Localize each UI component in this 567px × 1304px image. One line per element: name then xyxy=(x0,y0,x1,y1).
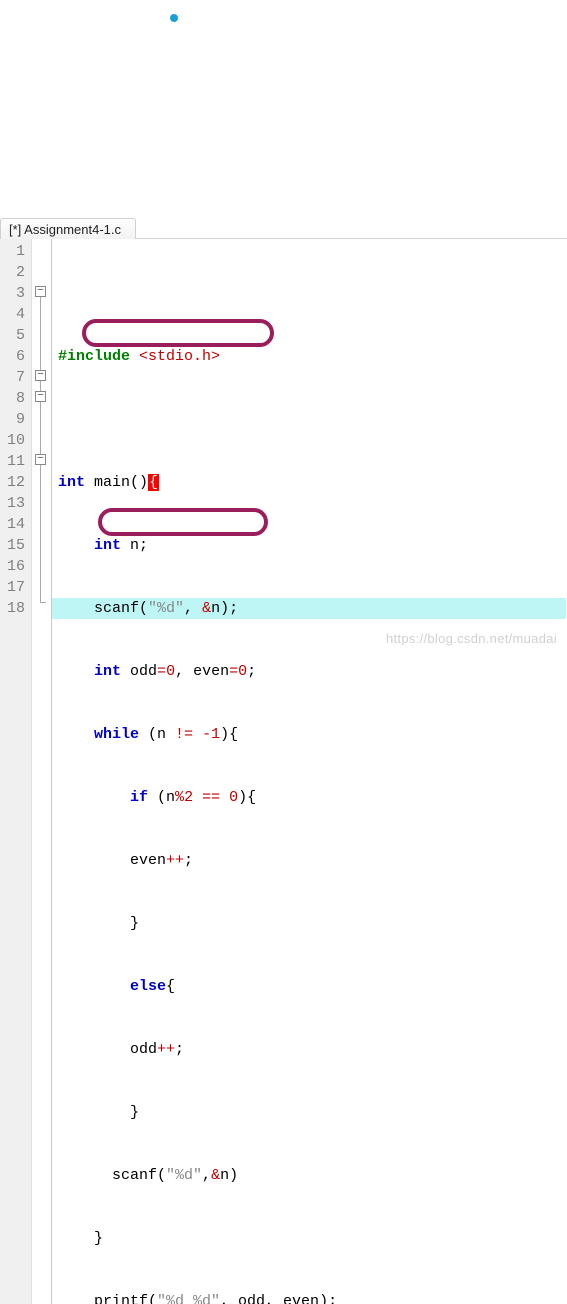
line-number: 2 xyxy=(4,262,25,283)
code-line: even++; xyxy=(58,850,567,871)
line-number: 14 xyxy=(4,514,25,535)
code-line: } xyxy=(58,1228,567,1249)
line-number: 13 xyxy=(4,493,25,514)
fold-guide-line xyxy=(40,297,41,602)
line-number: 3 xyxy=(4,283,25,304)
code-line: scanf("%d",&n) xyxy=(58,1165,567,1186)
line-number: 7 xyxy=(4,367,25,388)
code-line: } xyxy=(58,913,567,934)
watermark-text: https://blog.csdn.net/muadai xyxy=(386,631,557,646)
line-number: 15 xyxy=(4,535,25,556)
line-number: 10 xyxy=(4,430,25,451)
fold-toggle-icon[interactable]: − xyxy=(35,370,46,381)
annotation-circle xyxy=(98,508,268,536)
breakpoint-marker xyxy=(170,14,178,22)
code-line: while (n != -1){ xyxy=(58,724,567,745)
code-line: if (n%2 == 0){ xyxy=(58,787,567,808)
line-number: 16 xyxy=(4,556,25,577)
fold-column: − − − − xyxy=(32,239,52,1304)
line-number: 12 xyxy=(4,472,25,493)
line-number: 5 xyxy=(4,325,25,346)
line-number: 9 xyxy=(4,409,25,430)
code-line: printf("%d %d", odd, even); xyxy=(58,1291,567,1304)
tab-bar: [*] Assignment4-1.c xyxy=(0,215,567,239)
fold-toggle-icon[interactable]: − xyxy=(35,286,46,297)
fold-end-icon xyxy=(40,602,46,603)
line-number-gutter: 1 2 3 4 5 6 7 8 9 10 11 12 13 14 15 16 1… xyxy=(0,239,32,1304)
editor-top-whitespace xyxy=(0,0,567,215)
line-number: 17 xyxy=(4,577,25,598)
code-line: scanf("%d", &n); xyxy=(58,598,567,619)
code-text-area[interactable]: #include <stdio.h> int main(){ int n; sc… xyxy=(52,239,567,1304)
code-line: odd++; xyxy=(58,1039,567,1060)
annotation-circle xyxy=(82,319,274,347)
code-line: } xyxy=(58,1102,567,1123)
code-editor[interactable]: 1 2 3 4 5 6 7 8 9 10 11 12 13 14 15 16 1… xyxy=(0,239,567,1304)
code-line: int n; xyxy=(58,535,567,556)
file-tab[interactable]: [*] Assignment4-1.c xyxy=(0,218,136,239)
line-number: 1 xyxy=(4,241,25,262)
code-line xyxy=(58,409,567,430)
code-line: #include <stdio.h> xyxy=(58,346,567,367)
code-line: int main(){ xyxy=(58,472,567,493)
line-number: 8 xyxy=(4,388,25,409)
line-number: 4 xyxy=(4,304,25,325)
line-number: 11 xyxy=(4,451,25,472)
code-line: else{ xyxy=(58,976,567,997)
fold-toggle-icon[interactable]: − xyxy=(35,454,46,465)
line-number: 18 xyxy=(4,598,25,619)
code-line: int odd=0, even=0; xyxy=(58,661,567,682)
fold-toggle-icon[interactable]: − xyxy=(35,391,46,402)
line-number: 6 xyxy=(4,346,25,367)
